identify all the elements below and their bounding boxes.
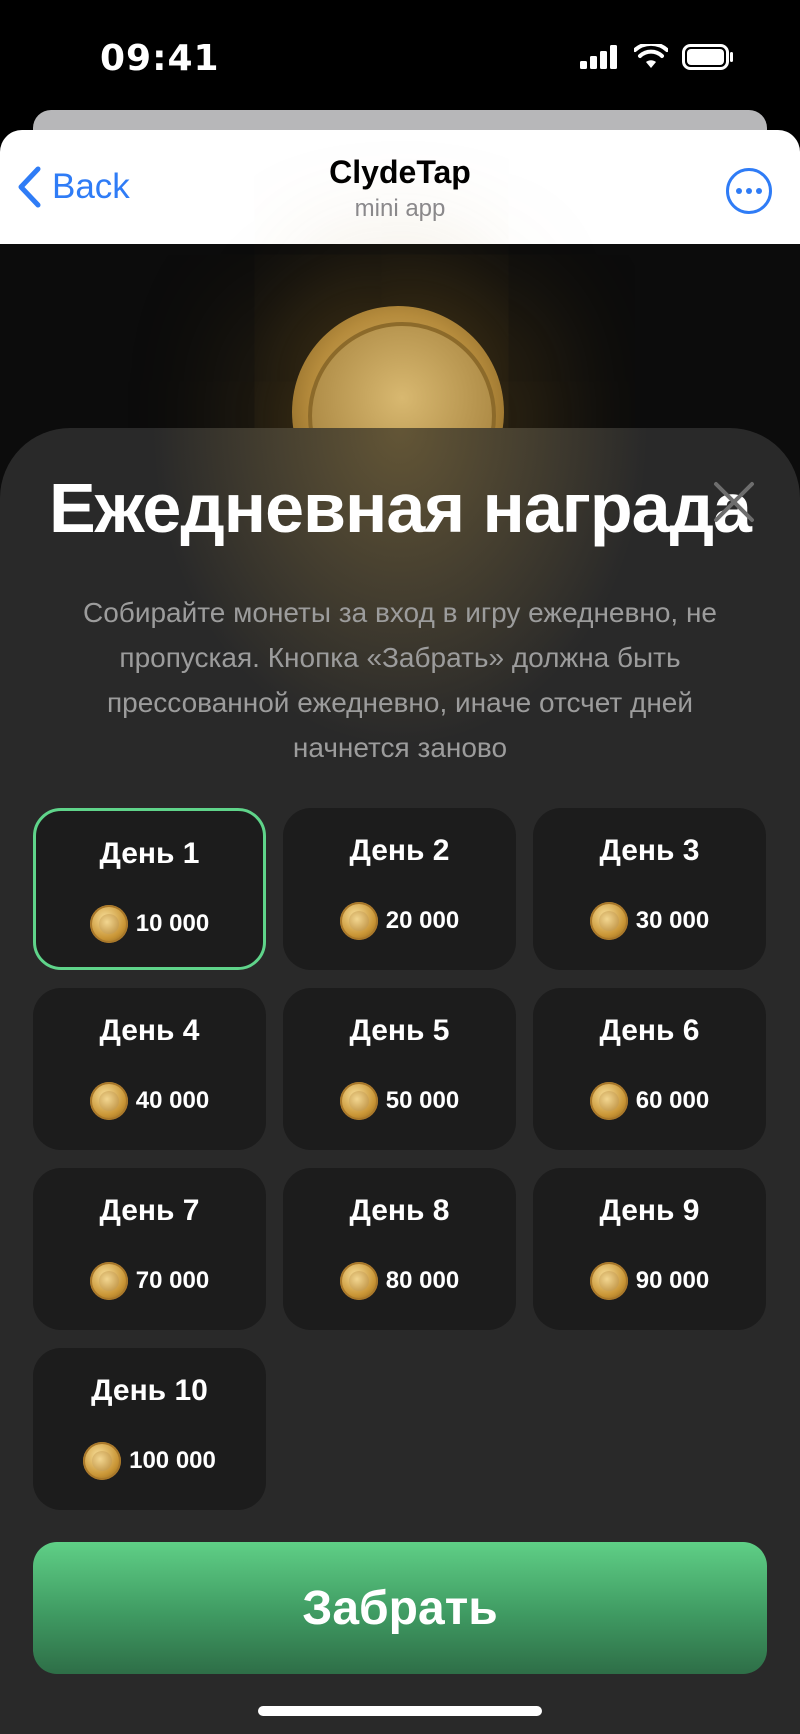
day-reward: 90 000 bbox=[533, 1262, 766, 1300]
app-title: ClydeTap bbox=[329, 154, 471, 190]
battery-icon bbox=[682, 44, 733, 70]
day-label: День 7 bbox=[99, 1194, 200, 1227]
home-indicator[interactable] bbox=[258, 1706, 542, 1716]
day-reward: 60 000 bbox=[533, 1082, 766, 1120]
day-reward: 100 000 bbox=[33, 1442, 266, 1480]
day-card[interactable]: День 5 50 000 bbox=[283, 988, 516, 1150]
day-label: День 8 bbox=[349, 1194, 450, 1227]
day-card[interactable]: День 4 40 000 bbox=[33, 988, 266, 1150]
dog-coin-icon bbox=[89, 1082, 128, 1120]
day-card[interactable]: День 2 20 000 bbox=[283, 808, 516, 970]
header-title-block: ClydeTap mini app bbox=[0, 154, 800, 223]
day-card[interactable]: День 6 60 000 bbox=[533, 988, 766, 1150]
dog-coin-icon bbox=[589, 902, 628, 940]
day-reward: 50 000 bbox=[283, 1082, 516, 1120]
day-amount: 90 000 bbox=[635, 1267, 710, 1294]
status-icons bbox=[580, 44, 734, 70]
modal-description: Собирайте монеты за вход в игру ежедневн… bbox=[83, 597, 717, 763]
day-label: День 2 bbox=[349, 834, 450, 867]
signal-icon bbox=[580, 45, 617, 69]
wifi-icon bbox=[634, 44, 668, 68]
day-reward: 20 000 bbox=[283, 902, 516, 940]
day-label: День 4 bbox=[99, 1014, 200, 1047]
day-amount: 80 000 bbox=[385, 1267, 460, 1294]
dog-coin-icon bbox=[339, 1262, 378, 1300]
day-label: День 3 bbox=[599, 834, 700, 867]
dog-coin-icon bbox=[89, 905, 128, 943]
day-amount: 10 000 bbox=[135, 910, 210, 937]
claim-label: Забрать bbox=[302, 1581, 498, 1635]
dog-coin-icon bbox=[89, 1262, 128, 1300]
day-amount: 70 000 bbox=[135, 1267, 210, 1294]
day-label: День 10 bbox=[91, 1374, 208, 1407]
day-amount: 30 000 bbox=[635, 907, 710, 934]
dog-coin-icon bbox=[589, 1082, 628, 1120]
day-amount: 100 000 bbox=[129, 1447, 216, 1474]
day-label: День 1 bbox=[99, 837, 200, 870]
day-label: День 6 bbox=[599, 1014, 700, 1047]
day-reward: 40 000 bbox=[33, 1082, 266, 1120]
day-amount: 40 000 bbox=[135, 1087, 210, 1114]
day-label: День 9 bbox=[599, 1194, 700, 1227]
dog-coin-icon bbox=[589, 1262, 628, 1300]
close-icon[interactable] bbox=[710, 478, 758, 526]
dog-coin-icon bbox=[339, 1082, 378, 1120]
day-reward: 10 000 bbox=[36, 905, 263, 943]
status-time: 09:41 bbox=[100, 38, 220, 79]
day-reward: 30 000 bbox=[533, 902, 766, 940]
day-card[interactable]: День 7 70 000 bbox=[33, 1168, 266, 1330]
day-card[interactable]: День 3 30 000 bbox=[533, 808, 766, 970]
app-subtitle: mini app bbox=[354, 195, 446, 222]
day-card[interactable]: День 1 10 000 bbox=[33, 808, 266, 970]
days-grid: День 1 10 000 День 2 20 000 День 3 30 000 Д… bbox=[33, 808, 767, 1510]
day-amount: 20 000 bbox=[385, 907, 460, 934]
status-bar: 09:41 bbox=[0, 0, 800, 110]
app-header: Back ClydeTap mini app bbox=[0, 130, 800, 244]
day-amount: 60 000 bbox=[635, 1087, 710, 1114]
daily-reward-modal: Ежедневная награда Собирайте монеты за в… bbox=[0, 428, 800, 1734]
dog-coin-icon bbox=[339, 902, 378, 940]
dog-coin-icon bbox=[83, 1442, 122, 1480]
day-amount: 50 000 bbox=[385, 1087, 460, 1114]
ellipsis-circle-icon bbox=[736, 188, 762, 194]
more-button[interactable] bbox=[726, 168, 772, 214]
day-reward: 80 000 bbox=[283, 1262, 516, 1300]
day-card[interactable]: День 10 100 000 bbox=[33, 1348, 266, 1510]
modal-title: Ежедневная награда bbox=[49, 469, 752, 547]
day-card[interactable]: День 8 80 000 bbox=[283, 1168, 516, 1330]
day-card[interactable]: День 9 90 000 bbox=[533, 1168, 766, 1330]
claim-button[interactable]: Забрать bbox=[33, 1542, 767, 1674]
day-label: День 5 bbox=[349, 1014, 450, 1047]
day-reward: 70 000 bbox=[33, 1262, 266, 1300]
